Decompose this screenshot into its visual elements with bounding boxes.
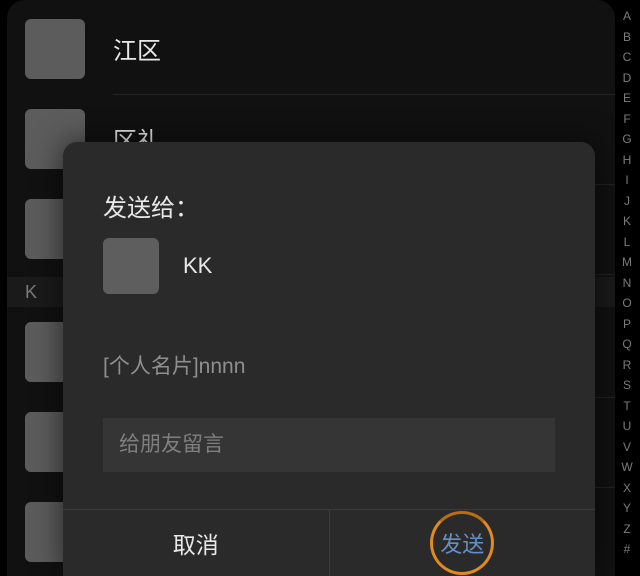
highlight-ring-icon: 发送 [430,511,494,575]
alpha-index-letter[interactable]: Q [620,334,634,355]
alpha-index-letter[interactable]: Z [620,519,634,540]
message-input[interactable] [103,418,555,472]
alpha-index-letter[interactable]: U [620,416,634,437]
alpha-index-letter[interactable]: V [620,437,634,458]
alpha-index-letter[interactable]: E [620,88,634,109]
alpha-index-letter[interactable]: R [620,355,634,376]
alpha-index-letter[interactable]: H [620,150,634,171]
section-letter: K [25,282,37,303]
alpha-index-letter[interactable]: Y [620,498,634,519]
contact-label: 江区 [113,31,161,66]
recipient-name: KK [183,253,212,279]
alpha-index-letter[interactable]: O [620,293,634,314]
alpha-index-letter[interactable]: S [620,375,634,396]
alpha-index-letter[interactable]: K [620,211,634,232]
alpha-index-letter[interactable]: I [620,170,634,191]
alpha-index-letter[interactable]: D [620,68,634,89]
send-label: 发送 [440,527,484,559]
card-description: [个人名片]nnnn [103,350,245,380]
modal-footer: 取消 发送 [63,509,595,576]
modal-title: 发送给： [103,188,199,223]
alpha-index-letter[interactable]: J [620,191,634,212]
alpha-index-letter[interactable]: C [620,47,634,68]
recipient-row: KK [103,238,212,294]
alpha-index-letter[interactable]: F [620,109,634,130]
alpha-index-letter[interactable]: X [620,478,634,499]
contact-row[interactable]: 江区 [7,4,615,94]
alpha-index-letter[interactable]: G [620,129,634,150]
alpha-index-letter[interactable]: P [620,314,634,335]
cancel-button[interactable]: 取消 [63,510,329,576]
alpha-index-letter[interactable]: B [620,27,634,48]
alpha-index-letter[interactable]: A [620,6,634,27]
avatar [25,19,85,79]
alpha-index[interactable]: ABCDEFGHIJKLMNOPQRSTUVWXYZ# [620,6,634,560]
alpha-index-letter[interactable]: T [620,396,634,417]
alpha-index-letter[interactable]: L [620,232,634,253]
alpha-index-letter[interactable]: # [620,539,634,560]
send-button[interactable]: 发送 [330,510,596,576]
avatar [103,238,159,294]
alpha-index-letter[interactable]: N [620,273,634,294]
alpha-index-letter[interactable]: W [620,457,634,478]
alpha-index-letter[interactable]: M [620,252,634,273]
cancel-label: 取消 [173,526,219,560]
send-modal: 发送给： KK [个人名片]nnnn 取消 发送 [63,142,595,576]
